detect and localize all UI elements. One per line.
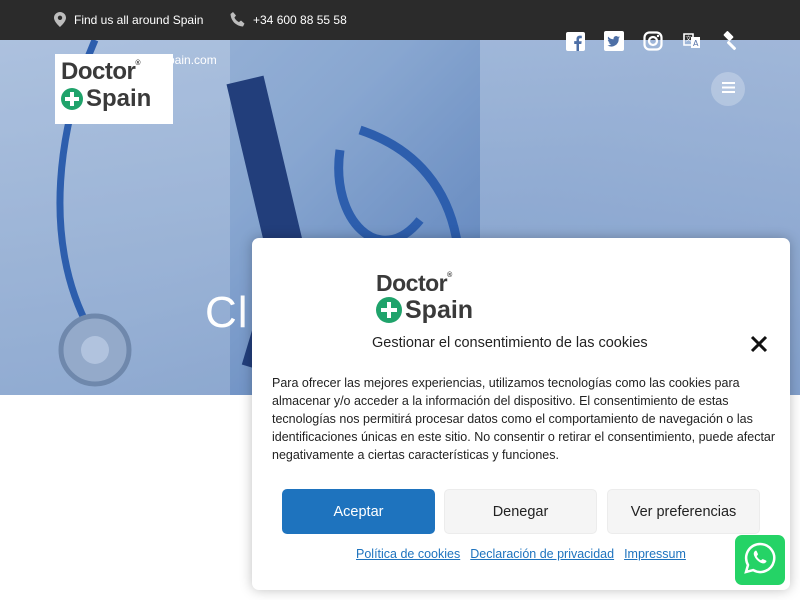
dialog-logo-mark: ® bbox=[447, 272, 452, 279]
dialog-body-text: Para ofrecer las mejores experiencias, u… bbox=[272, 376, 776, 462]
phone-link[interactable]: +34 600 88 55 58 bbox=[230, 12, 347, 27]
dialog-title: Gestionar el consentimiento de las cooki… bbox=[372, 335, 648, 351]
dialog-logo-word-spain: Spain bbox=[376, 297, 486, 323]
dialog-links: Política de cookies Declaración de priva… bbox=[356, 547, 686, 561]
medical-cross-icon bbox=[61, 88, 83, 110]
social-links: A文 bbox=[564, 30, 742, 52]
whatsapp-icon bbox=[743, 541, 777, 580]
dialog-logo: Doctor® Spain bbox=[376, 272, 486, 323]
medical-cross-icon bbox=[376, 297, 402, 323]
impressum-link[interactable]: Impressum bbox=[624, 547, 686, 561]
view-preferences-button[interactable]: Ver preferencias bbox=[607, 489, 760, 534]
twitter-icon[interactable] bbox=[603, 30, 625, 52]
phone-text: +34 600 88 55 58 bbox=[253, 12, 347, 27]
deny-button[interactable]: Denegar bbox=[444, 489, 597, 534]
svg-text:文: 文 bbox=[686, 35, 692, 43]
instagram-icon[interactable] bbox=[642, 30, 664, 52]
logo-mark: ® bbox=[135, 60, 141, 67]
svg-text:A: A bbox=[693, 39, 699, 48]
translate-icon[interactable]: A文 bbox=[681, 30, 703, 52]
logo-word-spain: Spain bbox=[61, 87, 167, 111]
dialog-logo-word-doctor: Doctor® bbox=[376, 272, 486, 295]
location-link[interactable]: Find us all around Spain bbox=[54, 12, 203, 27]
hero-title: Cl bbox=[205, 288, 249, 337]
logo-word-doctor: Doctor® bbox=[61, 60, 167, 84]
gavel-icon[interactable] bbox=[720, 30, 742, 52]
accept-button[interactable]: Aceptar bbox=[282, 489, 435, 534]
privacy-statement-link[interactable]: Declaración de privacidad bbox=[470, 547, 614, 561]
whatsapp-button[interactable] bbox=[735, 535, 785, 585]
facebook-icon[interactable] bbox=[564, 30, 586, 52]
dialog-logo-line2: Spain bbox=[405, 295, 474, 324]
cookie-policy-link[interactable]: Política de cookies bbox=[356, 547, 460, 561]
phone-icon bbox=[230, 12, 245, 27]
cookie-consent-dialog: Doctor® Spain Gestionar el consentimient… bbox=[252, 238, 790, 590]
location-text: Find us all around Spain bbox=[74, 12, 204, 27]
hamburger-icon bbox=[721, 80, 735, 98]
dialog-logo-line1: Doctor bbox=[376, 270, 448, 296]
close-icon[interactable] bbox=[750, 335, 768, 353]
logo-line1: Doctor bbox=[61, 58, 136, 85]
site-logo[interactable]: Doctor® Spain bbox=[55, 54, 173, 124]
map-pin-icon bbox=[54, 12, 66, 27]
logo-line2: Spain bbox=[86, 85, 152, 112]
menu-button[interactable] bbox=[711, 72, 745, 106]
email-link[interactable]: pain.com bbox=[168, 53, 217, 67]
